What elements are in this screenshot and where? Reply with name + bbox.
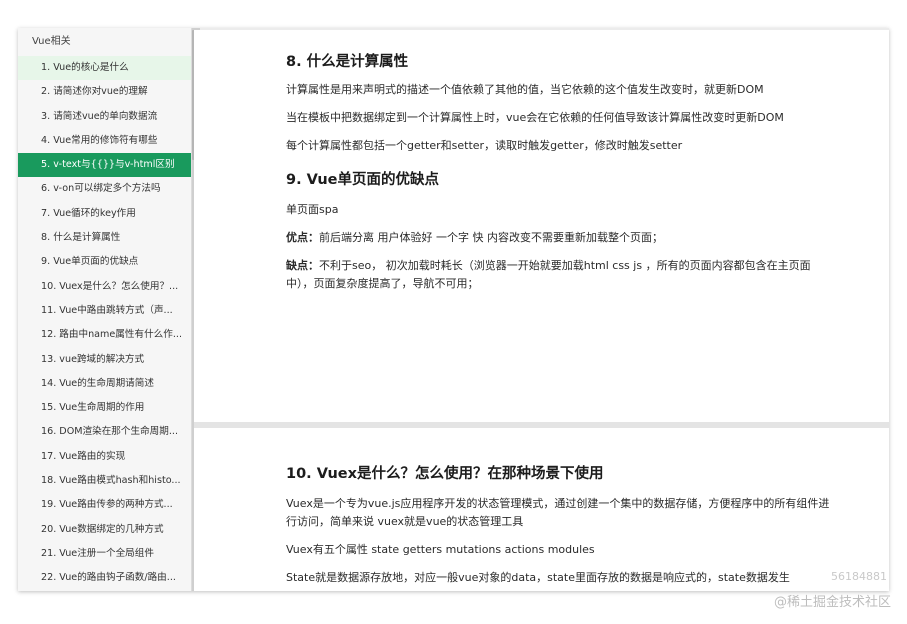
sidebar-item-16[interactable]: 16. DOM渲染在那个生命周期... <box>18 420 191 444</box>
watermark: @稀土掘金技术社区 <box>773 595 891 610</box>
sidebar-item-11[interactable]: 11. Vue中路由跳转方式（声... <box>18 299 191 323</box>
section-10-para-3: State就是数据源存放地，对应一般vue对象的data，state里面存放的数… <box>286 571 790 584</box>
section-9-pros: 优点：前后端分离 用户体验好 一个字 快 内容改变不需要重新加载整个页面； <box>286 229 831 247</box>
section-8-para-1: 计算属性是用来声明式的描述一个值依赖了其他的值，当它依赖的这个值发生改变时，就更… <box>286 83 764 96</box>
sidebar-title[interactable]: Vue相关 <box>18 28 191 56</box>
sidebar-item-21[interactable]: 21. Vue注册一个全局组件 <box>18 542 191 566</box>
sidebar-item-20[interactable]: 20. Vue数据绑定的几种方式 <box>18 518 191 542</box>
sidebar-item-19[interactable]: 19. Vue路由传参的两种方式... <box>18 493 191 517</box>
sidebar-item-10[interactable]: 10. Vuex是什么？怎么使用？... <box>18 275 191 299</box>
sidebar-item-3[interactable]: 3. 请简述vue的单向数据流 <box>18 105 191 129</box>
sidebar-item-5[interactable]: 5. v-text与{{}}与v-html区别 <box>18 153 191 178</box>
pros-text: 前后端分离 用户体验好 一个字 快 内容改变不需要重新加载整个页面； <box>319 231 663 244</box>
sidebar-item-8[interactable]: 8. 什么是计算属性 <box>18 226 191 250</box>
sidebar-item-6[interactable]: 6. v-on可以绑定多个方法吗 <box>18 177 191 201</box>
sidebar-item-9[interactable]: 9. Vue单页面的优缺点 <box>18 250 191 274</box>
section-10-para-1: Vuex是一个专为vue.js应用程序开发的状态管理模式，通过创建一个集中的数据… <box>286 497 830 528</box>
sidebar-item-1[interactable]: 1. Vue的核心是什么 <box>18 56 191 81</box>
watermark-id: 56184881 <box>831 570 887 583</box>
section-9-para-1: 单页面spa <box>286 203 339 216</box>
sidebar-item-14[interactable]: 14. Vue的生命周期请简述 <box>18 372 191 396</box>
sidebar-item-12[interactable]: 12. 路由中name属性有什么作... <box>18 323 191 347</box>
section-8-heading: 8. 什么是计算属性 <box>286 54 409 70</box>
sidebar-item-4[interactable]: 4. Vue常用的修饰符有哪些 <box>18 129 191 153</box>
sidebar-item-22[interactable]: 22. Vue的路由钩子函数/路由... <box>18 566 191 590</box>
section-8-para-3: 每个计算属性都包括一个getter和setter，读取时触发getter，修改时… <box>286 139 683 152</box>
sidebar-item-17[interactable]: 17. Vue路由的实现 <box>18 445 191 469</box>
pros-label: 优点： <box>286 231 319 244</box>
toc-sidebar: Vue相关 1. Vue的核心是什么 2. 请简述你对vue的理解 3. 请简述… <box>18 28 192 591</box>
sidebar-item-2[interactable]: 2. 请简述你对vue的理解 <box>18 80 191 104</box>
cons-text: 不利于seo， 初次加载时耗长（浏览器一开始就要加载html css js ，所… <box>286 259 811 290</box>
section-vuex: 10. Vuex是什么？怎么使用？在那种场景下使用 Vuex是一个专为vue.j… <box>286 462 831 587</box>
sidebar-item-18[interactable]: 18. Vue路由模式hash和histo... <box>18 469 191 493</box>
section-9-cons: 缺点：不利于seo， 初次加载时耗长（浏览器一开始就要加载html css js… <box>286 257 831 293</box>
page-bottom: 10. Vuex是什么？怎么使用？在那种场景下使用 Vuex是一个专为vue.j… <box>194 428 889 591</box>
page-top: 8. 什么是计算属性 计算属性是用来声明式的描述一个值依赖了其他的值，当它依赖的… <box>194 30 889 422</box>
sidebar-item-13[interactable]: 13. vue跨域的解决方式 <box>18 348 191 372</box>
section-10-heading: 10. Vuex是什么？怎么使用？在那种场景下使用 <box>286 466 604 482</box>
sidebar-item-7[interactable]: 7. Vue循环的key作用 <box>18 202 191 226</box>
sidebar-item-15[interactable]: 15. Vue生命周期的作用 <box>18 396 191 420</box>
section-computed: 8. 什么是计算属性 计算属性是用来声明式的描述一个值依赖了其他的值，当它依赖的… <box>286 50 831 293</box>
cons-label: 缺点： <box>286 259 319 272</box>
app-window: Vue相关 1. Vue的核心是什么 2. 请简述你对vue的理解 3. 请简述… <box>18 28 889 591</box>
section-10-para-2: Vuex有五个属性 state getters mutations action… <box>286 543 595 556</box>
section-8-para-2: 当在模板中把数据绑定到一个计算属性上时，vue会在它依赖的任何值导致该计算属性改… <box>286 111 784 124</box>
section-9-heading: 9. Vue单页面的优缺点 <box>286 172 440 188</box>
